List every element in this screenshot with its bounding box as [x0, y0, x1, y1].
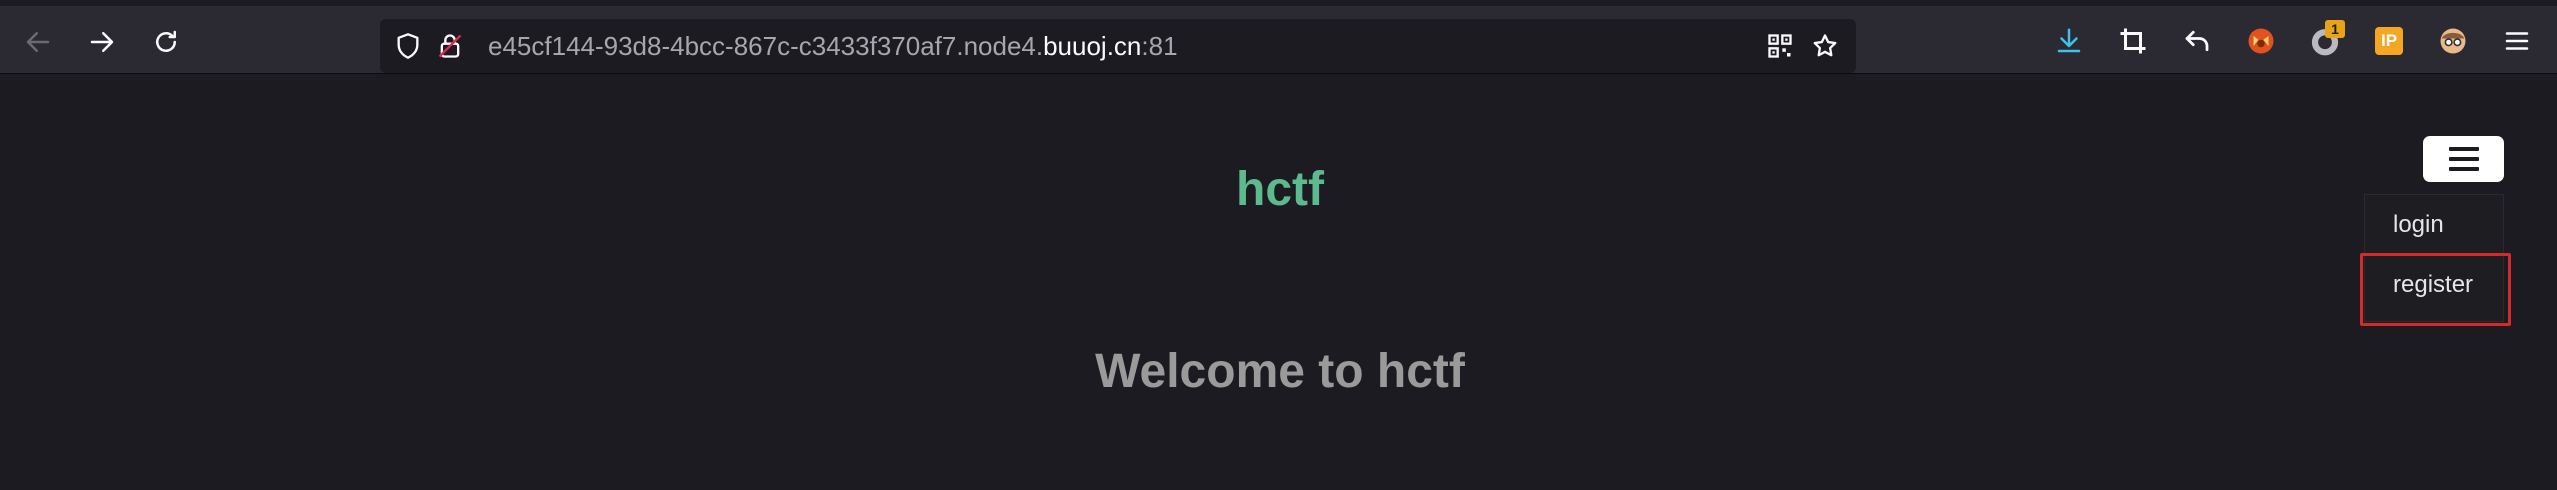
- menu-icon: [2505, 32, 2529, 50]
- undo-button[interactable]: [2180, 24, 2214, 58]
- bookmark-button[interactable]: [1810, 31, 1840, 61]
- reload-button[interactable]: [146, 22, 186, 62]
- hamburger-icon: [2448, 144, 2479, 174]
- app-menu-button[interactable]: [2500, 24, 2534, 58]
- ring-extension-button[interactable]: 1: [2308, 20, 2345, 58]
- back-icon: [26, 32, 50, 52]
- undo-icon: [2185, 30, 2209, 52]
- menu-item-login[interactable]: login: [2393, 211, 2444, 239]
- url-bar[interactable]: e45cf144-93d8-4bcc-867c-c3433f370af7.nod…: [380, 19, 1856, 73]
- ip-extension-button[interactable]: IP: [2372, 24, 2406, 58]
- download-icon: [2057, 28, 2081, 53]
- reload-icon: [156, 30, 176, 52]
- fox-extension-button[interactable]: [2244, 24, 2278, 58]
- register-highlight-annotation: [2360, 253, 2511, 326]
- site-info-button[interactable]: [435, 31, 465, 61]
- ip-extension-icon: IP: [2375, 27, 2403, 55]
- url-port: :81: [1141, 31, 1178, 61]
- avatar-extension-button[interactable]: [2436, 24, 2470, 58]
- fox-extension-icon: [2248, 28, 2274, 54]
- brand-title[interactable]: hctf: [1232, 162, 1328, 217]
- back-button[interactable]: [18, 22, 58, 62]
- url-prefix: e45cf144-93d8-4bcc-867c-c3433f370af7.nod…: [488, 31, 1044, 61]
- downloads-button[interactable]: [2052, 24, 2086, 58]
- crop-icon: [2120, 28, 2146, 54]
- url-text[interactable]: e45cf144-93d8-4bcc-867c-c3433f370af7.nod…: [488, 19, 1178, 73]
- qr-code-button[interactable]: [1765, 31, 1795, 61]
- page-content: hctf Welcome to hctf login register: [0, 74, 2557, 490]
- extension-badge: 1: [2325, 20, 2345, 38]
- browser-toolbar: e45cf144-93d8-4bcc-867c-c3433f370af7.nod…: [0, 0, 2557, 74]
- lock-warning-icon: [438, 34, 462, 58]
- shield-icon: [397, 33, 419, 59]
- avatar-extension-icon: [2440, 28, 2466, 54]
- qr-code-icon: [1768, 34, 1792, 58]
- forward-button[interactable]: [82, 22, 122, 62]
- welcome-heading: Welcome to hctf: [1095, 345, 1465, 398]
- tracking-protection-button[interactable]: [393, 31, 423, 61]
- screenshot-button[interactable]: [2116, 24, 2150, 58]
- url-host: buuoj.cn: [1043, 31, 1142, 61]
- navbar-toggle-button[interactable]: [2423, 136, 2504, 182]
- bookmark-star-icon: [1813, 34, 1837, 57]
- forward-icon: [90, 32, 114, 52]
